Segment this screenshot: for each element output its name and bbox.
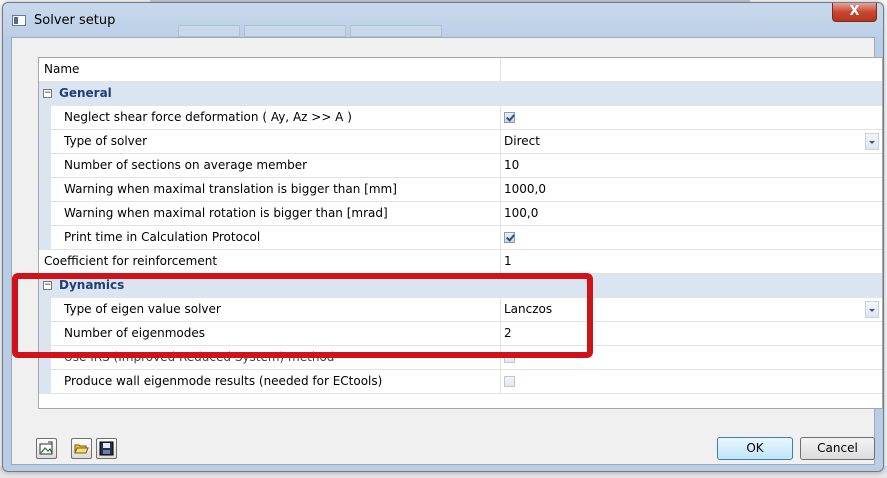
- chevron-down-icon[interactable]: [865, 301, 879, 318]
- row-coef-reinforcement[interactable]: Coefficient for reinforcement 1: [39, 250, 882, 274]
- close-button[interactable]: X: [832, 3, 877, 22]
- image-icon: [39, 441, 53, 455]
- background-tabs: [178, 25, 478, 37]
- grid-header-row: Name: [39, 58, 882, 82]
- print-time-checkbox[interactable]: [504, 232, 515, 243]
- row-label: Coefficient for reinforcement: [39, 250, 501, 273]
- row-warn-translation[interactable]: Warning when maximal translation is bigg…: [39, 178, 882, 202]
- row-print-time[interactable]: Print time in Calculation Protocol: [39, 226, 882, 250]
- wall-modes-checkbox[interactable]: [504, 376, 515, 387]
- grid-header-value: [501, 58, 882, 81]
- category-general[interactable]: − General: [39, 82, 882, 106]
- grid-header-name: Name: [39, 58, 501, 81]
- folder-open-icon: [74, 444, 89, 454]
- warn-rotation-field[interactable]: 100,0: [501, 202, 882, 225]
- window-title: Solver setup: [34, 13, 116, 28]
- row-wall-modes[interactable]: Produce wall eigenmode results (needed f…: [39, 370, 882, 394]
- neglect-shear-checkbox[interactable]: [504, 112, 515, 123]
- window-icon: [12, 15, 26, 26]
- chevron-down-icon[interactable]: [865, 133, 879, 150]
- solver-type-select[interactable]: Direct: [501, 130, 882, 153]
- category-label: General: [59, 86, 112, 100]
- open-button[interactable]: [71, 438, 92, 459]
- highlight-annotation: [12, 273, 593, 358]
- export-image-button[interactable]: [36, 438, 57, 459]
- cancel-button[interactable]: Cancel: [800, 437, 875, 460]
- save-button[interactable]: [96, 438, 117, 459]
- row-label: Number of sections on average member: [39, 154, 501, 177]
- warn-translation-field[interactable]: 1000,0: [501, 178, 882, 201]
- solver-type-value: Direct: [504, 134, 540, 148]
- floppy-disk-icon: [99, 441, 114, 456]
- row-label: Warning when maximal translation is bigg…: [39, 178, 501, 201]
- title-bar[interactable]: Solver setup X: [3, 3, 883, 37]
- row-neglect-shear[interactable]: Neglect shear force deformation ( Ay, Az…: [39, 106, 882, 130]
- sections-count-field[interactable]: 10: [501, 154, 882, 177]
- row-solver-type[interactable]: Type of solver Direct: [39, 130, 882, 154]
- row-warn-rotation[interactable]: Warning when maximal rotation is bigger …: [39, 202, 882, 226]
- coef-reinforcement-field[interactable]: 1: [501, 250, 882, 273]
- row-label: Neglect shear force deformation ( Ay, Az…: [39, 106, 501, 129]
- row-label: Type of solver: [39, 130, 501, 153]
- row-sections-count[interactable]: Number of sections on average member 10: [39, 154, 882, 178]
- ok-button[interactable]: OK: [717, 437, 793, 460]
- row-label: Warning when maximal rotation is bigger …: [39, 202, 501, 225]
- row-label: Print time in Calculation Protocol: [39, 226, 501, 249]
- row-label: Produce wall eigenmode results (needed f…: [39, 370, 501, 393]
